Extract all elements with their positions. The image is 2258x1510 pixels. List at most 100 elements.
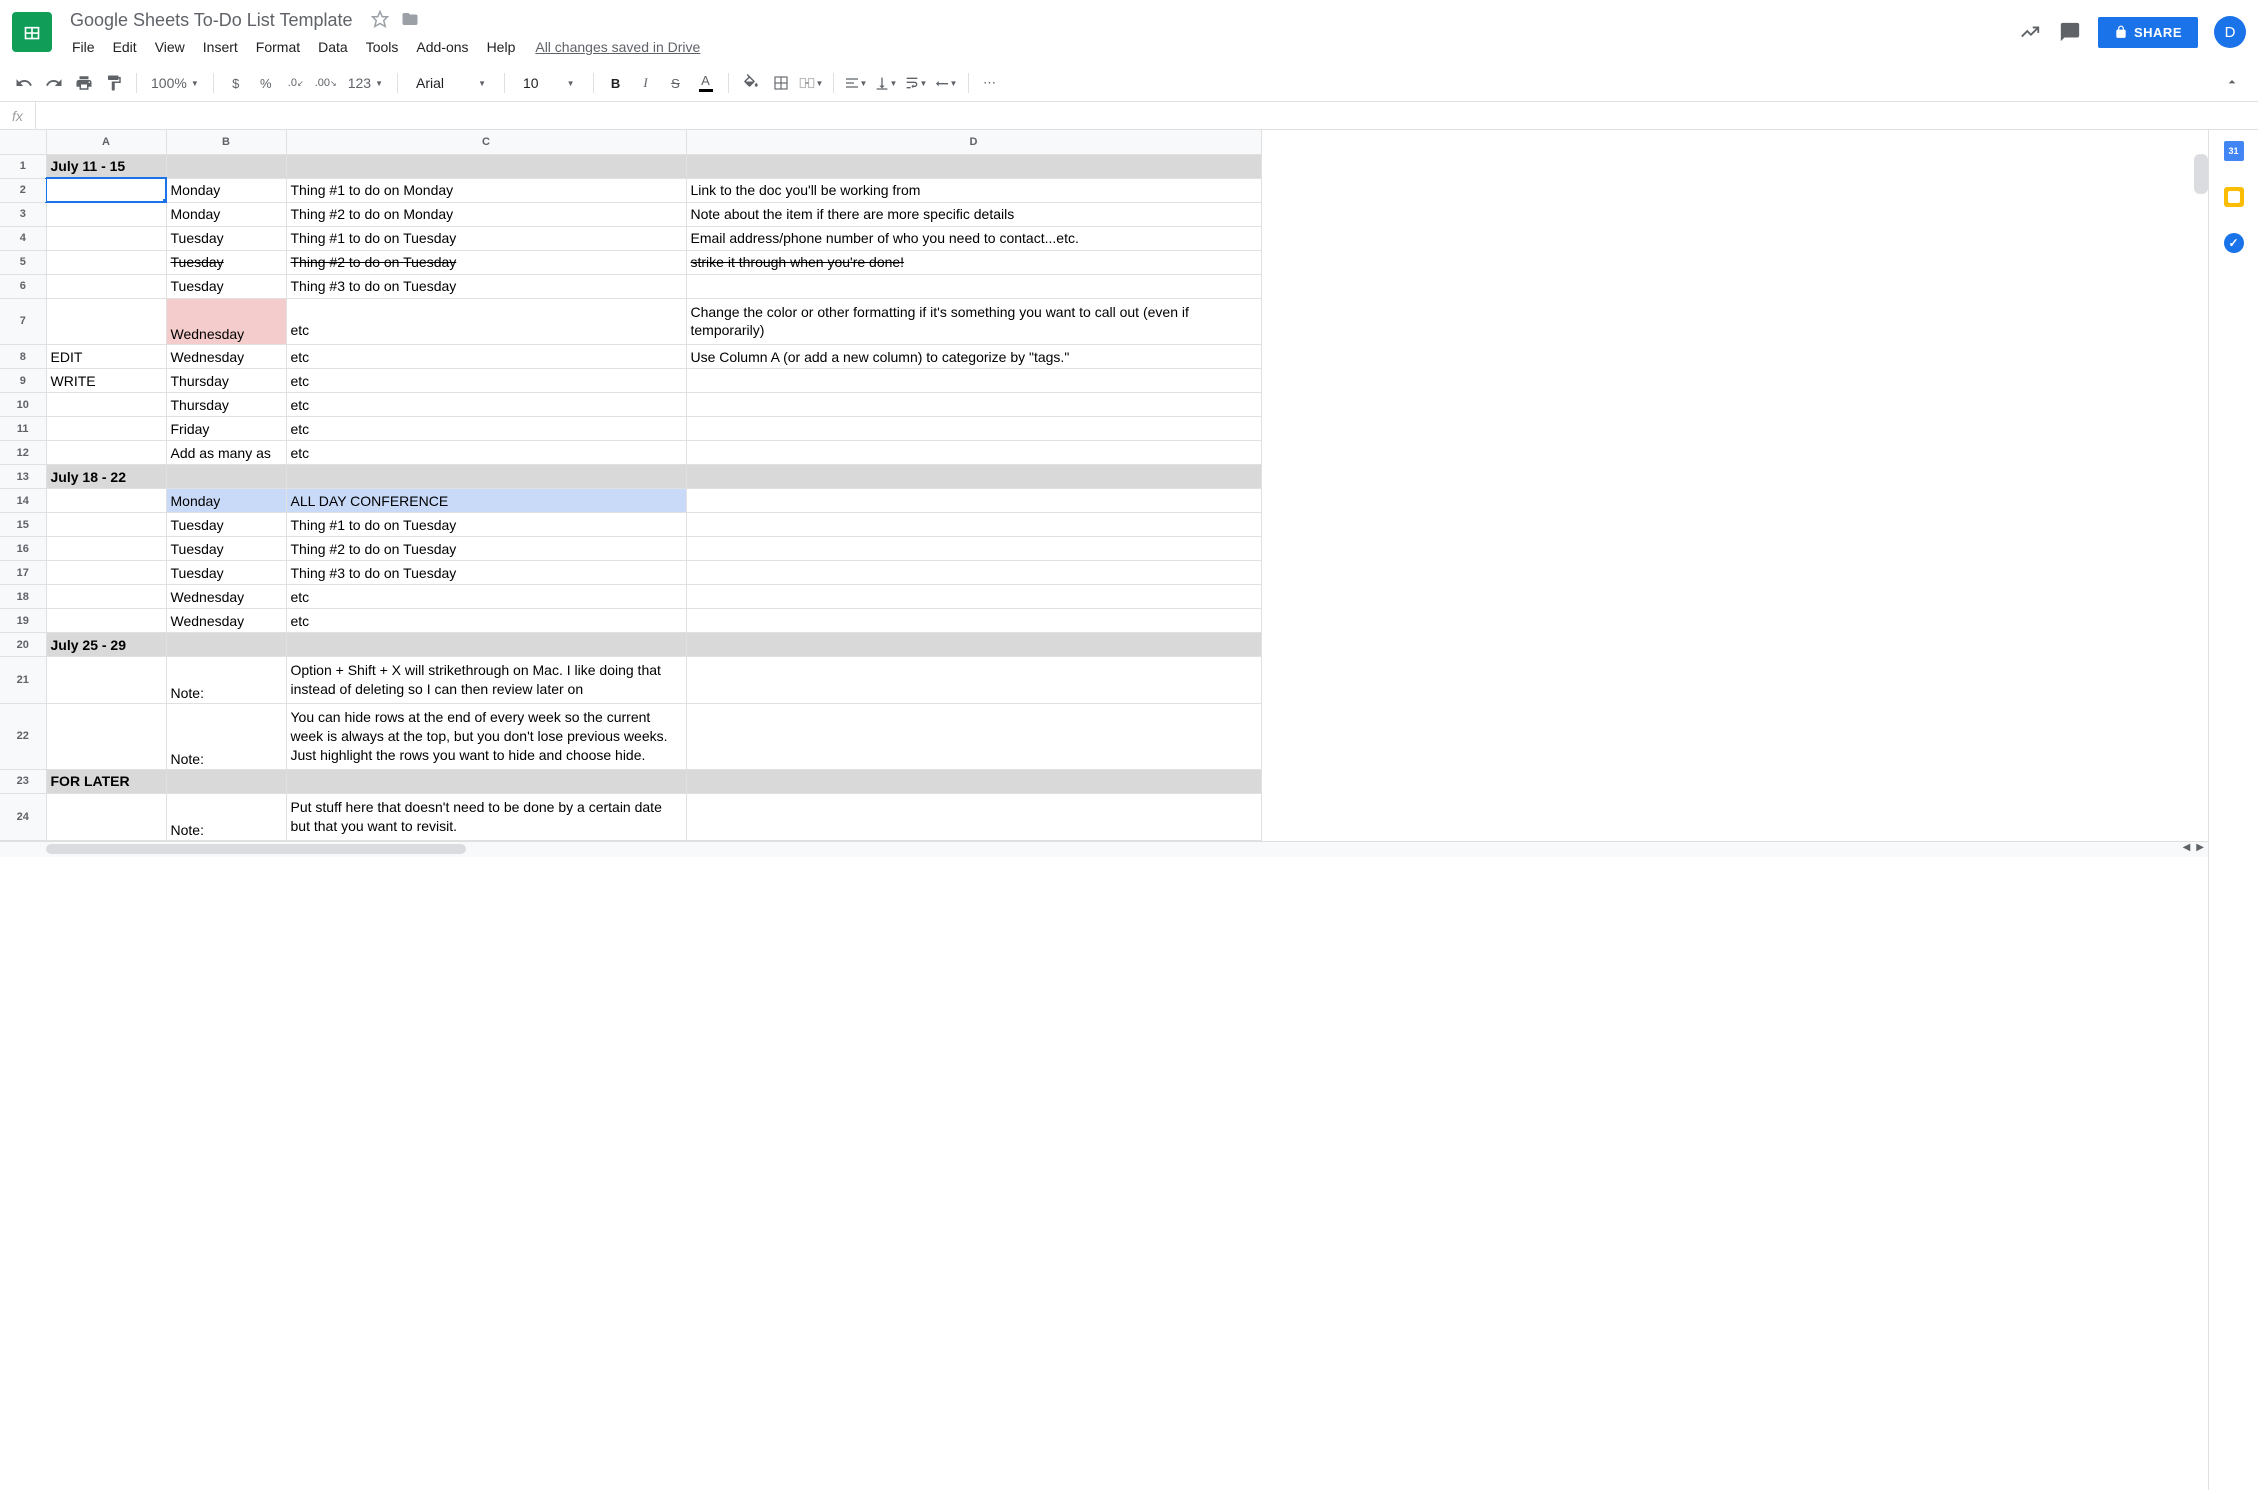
cell[interactable]: Thursday	[166, 369, 286, 393]
tasks-icon[interactable]: ✓	[2223, 232, 2245, 254]
col-header-D[interactable]: D	[686, 130, 1261, 154]
cell[interactable]: Tuesday	[166, 250, 286, 274]
row-header[interactable]: 20	[0, 633, 46, 657]
cell[interactable]	[686, 609, 1261, 633]
vertical-scrollbar[interactable]	[2194, 154, 2208, 194]
cell[interactable]	[166, 633, 286, 657]
cell[interactable]: You can hide rows at the end of every we…	[286, 704, 686, 770]
borders-icon[interactable]	[767, 69, 795, 97]
cell[interactable]	[46, 274, 166, 298]
font-select[interactable]: Arial▼	[406, 75, 496, 91]
text-rotation-icon[interactable]: ▼	[932, 69, 960, 97]
bold-icon[interactable]: B	[602, 69, 630, 97]
row-header[interactable]: 15	[0, 513, 46, 537]
cell[interactable]: etc	[286, 345, 686, 369]
grid[interactable]: A B C D 1July 11 - 152MondayThing #1 to …	[0, 130, 2208, 1490]
increase-decimal-icon[interactable]: .00↘	[312, 69, 340, 97]
cell[interactable]: Thing #2 to do on Tuesday	[286, 537, 686, 561]
menu-insert[interactable]: Insert	[195, 35, 246, 59]
cell[interactable]	[286, 633, 686, 657]
row-header[interactable]: 6	[0, 274, 46, 298]
row-header[interactable]: 10	[0, 393, 46, 417]
cell[interactable]	[166, 154, 286, 178]
cell[interactable]	[46, 561, 166, 585]
cell[interactable]: EDIT	[46, 345, 166, 369]
cell[interactable]: Monday	[166, 489, 286, 513]
col-header-B[interactable]: B	[166, 130, 286, 154]
cell[interactable]	[46, 704, 166, 770]
formula-input[interactable]	[36, 102, 2258, 129]
cell[interactable]: Note:	[166, 793, 286, 840]
cell[interactable]: Add as many as	[166, 441, 286, 465]
cell[interactable]: WRITE	[46, 369, 166, 393]
italic-icon[interactable]: I	[632, 69, 660, 97]
cell[interactable]: Thing #1 to do on Tuesday	[286, 226, 686, 250]
row-header[interactable]: 16	[0, 537, 46, 561]
cell[interactable]	[686, 417, 1261, 441]
cell[interactable]: Use Column A (or add a new column) to ca…	[686, 345, 1261, 369]
row-header[interactable]: 4	[0, 226, 46, 250]
select-all-corner[interactable]	[0, 130, 46, 154]
cell[interactable]	[686, 489, 1261, 513]
cell[interactable]: etc	[286, 298, 686, 345]
menu-help[interactable]: Help	[479, 35, 524, 59]
cell[interactable]: Wednesday	[166, 298, 286, 345]
row-header[interactable]: 9	[0, 369, 46, 393]
cell[interactable]	[286, 154, 686, 178]
cell[interactable]	[686, 769, 1261, 793]
cell[interactable]	[686, 633, 1261, 657]
cell[interactable]	[46, 441, 166, 465]
row-header[interactable]: 22	[0, 704, 46, 770]
cell[interactable]	[46, 178, 166, 202]
cell[interactable]: etc	[286, 393, 686, 417]
scroll-left-icon[interactable]: ◀	[2183, 842, 2191, 853]
cell[interactable]	[286, 465, 686, 489]
cell[interactable]	[46, 585, 166, 609]
cell[interactable]: Wednesday	[166, 585, 286, 609]
save-status[interactable]: All changes saved in Drive	[535, 39, 700, 55]
cell[interactable]	[46, 393, 166, 417]
row-header[interactable]: 13	[0, 465, 46, 489]
cell[interactable]	[686, 657, 1261, 704]
cell[interactable]: Tuesday	[166, 561, 286, 585]
cell[interactable]	[686, 585, 1261, 609]
cell[interactable]: Thursday	[166, 393, 286, 417]
cell[interactable]	[46, 793, 166, 840]
cell[interactable]: Note:	[166, 657, 286, 704]
row-header[interactable]: 3	[0, 202, 46, 226]
redo-icon[interactable]	[40, 69, 68, 97]
cell[interactable]: Note:	[166, 704, 286, 770]
horizontal-align-icon[interactable]: ▼	[842, 69, 870, 97]
cell[interactable]: Monday	[166, 178, 286, 202]
menu-view[interactable]: View	[147, 35, 193, 59]
cell[interactable]: Put stuff here that doesn't need to be d…	[286, 793, 686, 840]
paint-format-icon[interactable]	[100, 69, 128, 97]
folder-icon[interactable]	[401, 10, 419, 31]
collapse-toolbar-icon[interactable]	[2216, 70, 2248, 97]
cell[interactable]	[166, 769, 286, 793]
cell[interactable]: Monday	[166, 202, 286, 226]
cell[interactable]: Thing #3 to do on Tuesday	[286, 274, 686, 298]
text-color-icon[interactable]: A	[692, 69, 720, 97]
calendar-icon[interactable]: 31	[2223, 140, 2245, 162]
scrollbar-thumb[interactable]	[46, 844, 466, 854]
col-header-C[interactable]: C	[286, 130, 686, 154]
number-format-select[interactable]: 123▼	[342, 75, 389, 91]
cell[interactable]	[46, 513, 166, 537]
comment-icon[interactable]	[2058, 20, 2082, 44]
cell[interactable]	[46, 417, 166, 441]
cell[interactable]: Change the color or other formatting if …	[686, 298, 1261, 345]
star-icon[interactable]	[371, 10, 389, 31]
cell[interactable]: Tuesday	[166, 513, 286, 537]
row-header[interactable]: 24	[0, 793, 46, 840]
fill-color-icon[interactable]	[737, 69, 765, 97]
cell[interactable]	[686, 154, 1261, 178]
undo-icon[interactable]	[10, 69, 38, 97]
menu-format[interactable]: Format	[248, 35, 308, 59]
strikethrough-icon[interactable]: S	[662, 69, 690, 97]
cell[interactable]: Wednesday	[166, 345, 286, 369]
decrease-decimal-icon[interactable]: .0↙	[282, 69, 310, 97]
menu-addons[interactable]: Add-ons	[408, 35, 476, 59]
cell[interactable]	[686, 793, 1261, 840]
cell[interactable]: etc	[286, 369, 686, 393]
